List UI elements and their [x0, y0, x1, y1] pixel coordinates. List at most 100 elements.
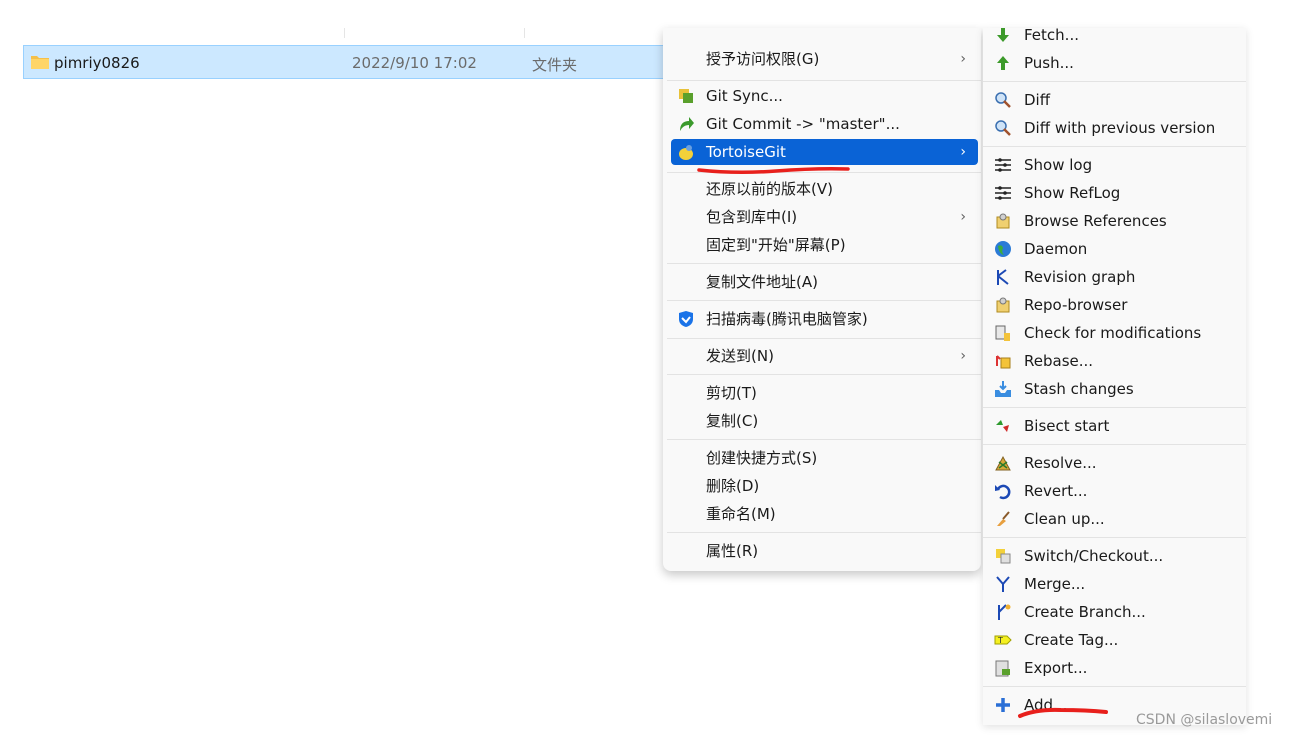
menu-item-label: 授予访问权限(G)	[706, 50, 820, 68]
menu-item-label: Git Sync...	[706, 87, 783, 105]
submenu-item-label: Create Tag...	[1024, 631, 1119, 649]
submenu-item-label: Fetch...	[1024, 28, 1079, 44]
submenu-item-revert[interactable]: Revert...	[983, 478, 1246, 504]
menu-separator	[667, 374, 981, 375]
check-modifications-icon	[994, 324, 1012, 342]
submenu-item-check-modifications[interactable]: Check for modifications	[983, 320, 1246, 346]
submenu-item-label: Revert...	[1024, 482, 1088, 500]
submenu-item-label: Push...	[1024, 54, 1074, 72]
submenu-item-export[interactable]: Export...	[983, 655, 1246, 681]
menu-item-pin-to-start[interactable]: 固定到"开始"屏幕(P)	[671, 232, 978, 258]
context-menu: 授予访问权限(G) › Git Sync... Git Commit -> "m…	[663, 28, 981, 571]
menu-item-tortoisegit[interactable]: TortoiseGit ›	[671, 139, 978, 165]
submenu-item-bisect-start[interactable]: Bisect start	[983, 413, 1246, 439]
file-row-selected[interactable]: pimriy0826 2022/9/10 17:02 文件夹	[23, 45, 673, 79]
submenu-item-stash[interactable]: Stash changes	[983, 376, 1246, 402]
git-sync-icon	[677, 87, 695, 105]
submenu-item-revision-graph[interactable]: Revision graph	[983, 264, 1246, 290]
tortoisegit-submenu: Fetch... Push... Diff Diff with previous…	[983, 28, 1246, 725]
menu-item-rename[interactable]: 重命名(M)	[671, 501, 978, 527]
menu-item-label: 重命名(M)	[706, 505, 776, 523]
submenu-item-switch-checkout[interactable]: Switch/Checkout...	[983, 543, 1246, 569]
submenu-item-label: Bisect start	[1024, 417, 1110, 435]
menu-item-delete[interactable]: 删除(D)	[671, 473, 978, 499]
submenu-item-fetch[interactable]: Fetch...	[983, 28, 1246, 48]
revert-icon	[994, 482, 1012, 500]
menu-item-include-in-library[interactable]: 包含到库中(I) ›	[671, 204, 978, 230]
submenu-item-push[interactable]: Push...	[983, 50, 1246, 76]
menu-item-copy[interactable]: 复制(C)	[671, 408, 978, 434]
menu-item-git-commit[interactable]: Git Commit -> "master"...	[671, 111, 978, 137]
menu-separator	[983, 444, 1246, 445]
watermark: CSDN @silaslovemi	[1136, 712, 1273, 728]
submenu-item-label: Resolve...	[1024, 454, 1097, 472]
menu-item-restore-versions[interactable]: 还原以前的版本(V)	[671, 176, 978, 202]
rebase-icon	[994, 352, 1012, 370]
menu-item-label: 属性(R)	[706, 542, 759, 560]
submenu-item-label: Diff with previous version	[1024, 119, 1216, 137]
tortoisegit-icon	[677, 143, 695, 161]
menu-item-label: 还原以前的版本(V)	[706, 180, 833, 198]
diff-previous-icon	[994, 119, 1012, 137]
menu-item-grant-access[interactable]: 授予访问权限(G) ›	[671, 46, 978, 72]
submenu-item-daemon[interactable]: Daemon	[983, 236, 1246, 262]
menu-separator	[983, 146, 1246, 147]
submenu-item-label: Repo-browser	[1024, 296, 1128, 314]
submenu-item-show-log[interactable]: Show log	[983, 152, 1246, 178]
menu-item-label: 剪切(T)	[706, 384, 757, 402]
submenu-item-merge[interactable]: Merge...	[983, 571, 1246, 597]
menu-separator	[983, 686, 1246, 687]
submenu-item-label: Stash changes	[1024, 380, 1134, 398]
menu-item-cut[interactable]: 剪切(T)	[671, 380, 978, 406]
menu-item-git-sync[interactable]: Git Sync...	[671, 83, 978, 109]
menu-item-label: Git Commit -> "master"...	[706, 115, 900, 133]
submenu-item-show-reflog[interactable]: Show RefLog	[983, 180, 1246, 206]
merge-icon	[994, 575, 1012, 593]
submenu-item-label: Revision graph	[1024, 268, 1136, 286]
show-log-icon	[994, 156, 1012, 174]
daemon-globe-icon	[994, 240, 1012, 258]
menu-separator	[667, 532, 981, 533]
menu-item-copy-path[interactable]: 复制文件地址(A)	[671, 269, 978, 295]
submenu-item-label: Browse References	[1024, 212, 1167, 230]
submenu-item-create-branch[interactable]: Create Branch...	[983, 599, 1246, 625]
revision-graph-icon	[994, 268, 1012, 286]
file-name: pimriy0826	[54, 54, 140, 72]
menu-item-label: 创建快捷方式(S)	[706, 449, 818, 467]
submenu-item-label: Daemon	[1024, 240, 1088, 258]
tencent-shield-icon	[677, 310, 695, 328]
file-type: 文件夹	[532, 56, 578, 74]
menu-item-scan-virus[interactable]: 扫描病毒(腾讯电脑管家)	[671, 306, 978, 332]
menu-separator	[667, 80, 981, 81]
submenu-item-repo-browser[interactable]: Repo-browser	[983, 292, 1246, 318]
menu-item-send-to[interactable]: 发送到(N) ›	[671, 343, 978, 369]
submenu-item-label: Diff	[1024, 91, 1051, 109]
submenu-item-browse-references[interactable]: Browse References	[983, 208, 1246, 234]
menu-separator	[667, 338, 981, 339]
fetch-icon	[994, 28, 1012, 44]
svg-text:T: T	[997, 636, 1003, 645]
menu-item-create-shortcut[interactable]: 创建快捷方式(S)	[671, 445, 978, 471]
submenu-item-label: Show RefLog	[1024, 184, 1121, 202]
create-branch-icon	[994, 603, 1012, 621]
git-commit-icon	[677, 115, 695, 133]
menu-item-label: TortoiseGit	[706, 143, 786, 161]
menu-item-properties[interactable]: 属性(R)	[671, 538, 978, 564]
submenu-item-diff[interactable]: Diff	[983, 87, 1246, 113]
submenu-item-diff-previous[interactable]: Diff with previous version	[983, 115, 1246, 141]
diff-icon	[994, 91, 1012, 109]
submenu-item-label: Clean up...	[1024, 510, 1105, 528]
menu-item-label: 发送到(N)	[706, 347, 774, 365]
menu-separator	[667, 263, 981, 264]
submenu-item-rebase[interactable]: Rebase...	[983, 348, 1246, 374]
submenu-item-clean-up[interactable]: Clean up...	[983, 506, 1246, 532]
submenu-item-resolve[interactable]: Resolve...	[983, 450, 1246, 476]
export-icon	[994, 659, 1012, 677]
submenu-item-create-tag[interactable]: T Create Tag...	[983, 627, 1246, 653]
submenu-item-label: Show log	[1024, 156, 1093, 174]
column-divider[interactable]	[524, 28, 525, 38]
column-divider[interactable]	[344, 28, 345, 38]
resolve-icon	[994, 454, 1012, 472]
submenu-item-label: Add...	[1024, 696, 1068, 714]
submenu-item-label: Switch/Checkout...	[1024, 547, 1164, 565]
